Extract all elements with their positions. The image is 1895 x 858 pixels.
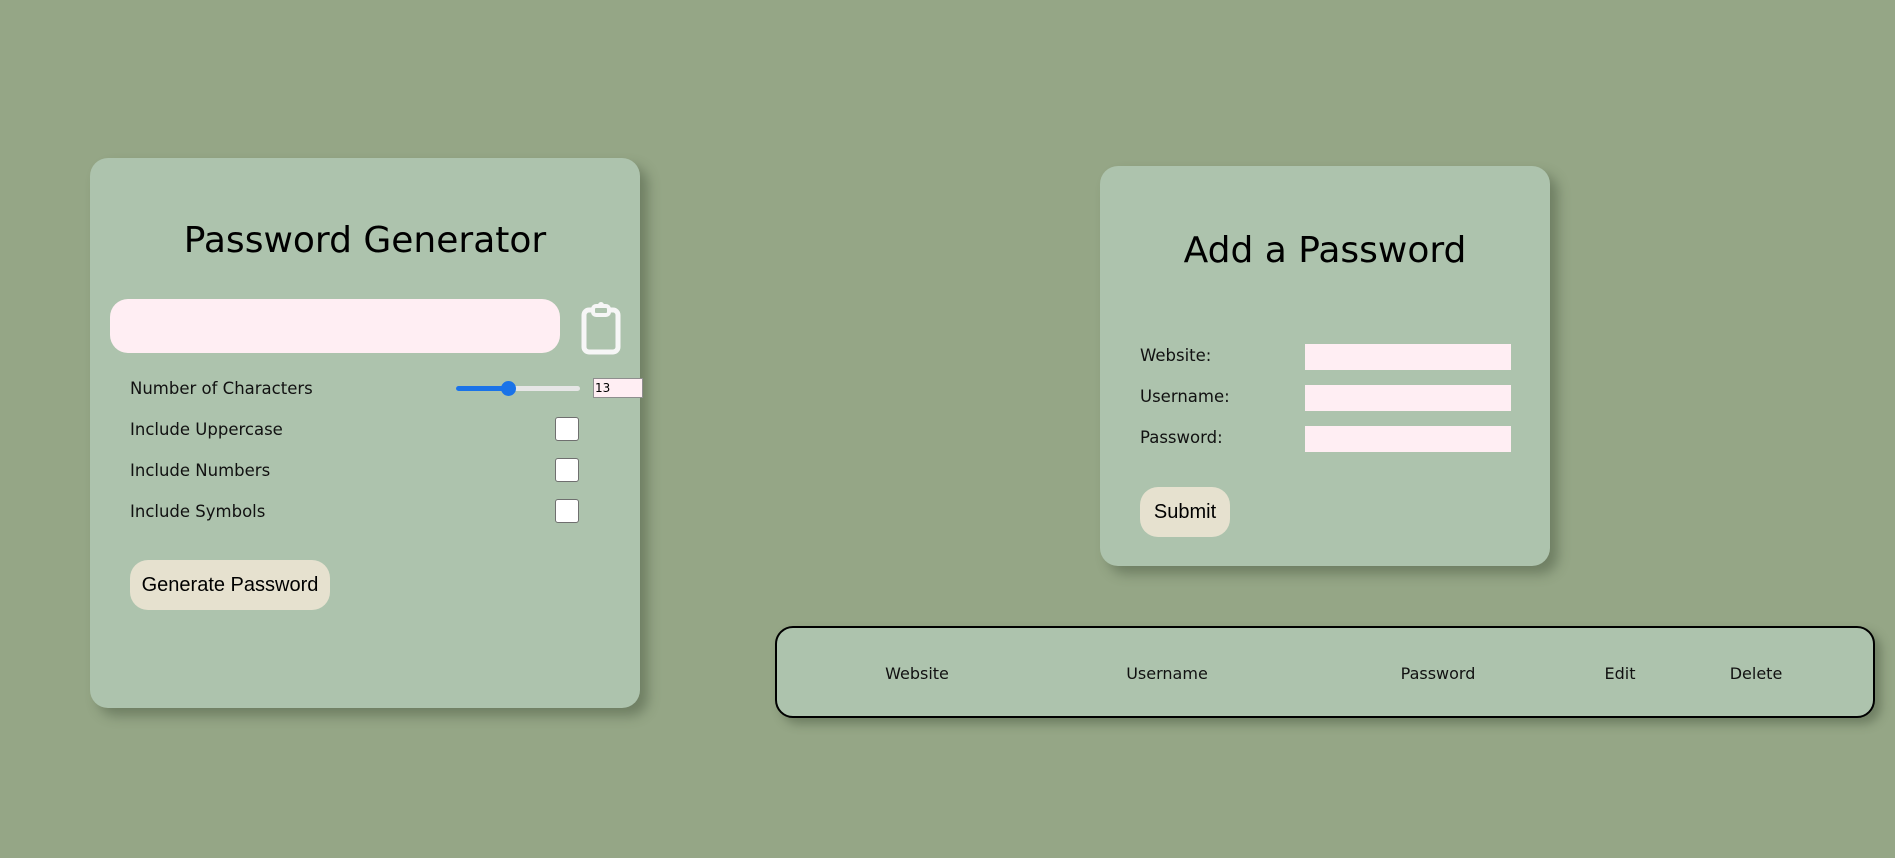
table-header-website: Website bbox=[885, 664, 949, 683]
website-field[interactable] bbox=[1305, 344, 1511, 370]
password-label: Password: bbox=[1140, 428, 1223, 447]
username-row: Username: bbox=[1140, 385, 1520, 411]
password-field[interactable] bbox=[1305, 426, 1511, 452]
table-header-username: Username bbox=[1126, 664, 1208, 683]
characters-row: Number of Characters bbox=[130, 373, 643, 403]
website-row: Website: bbox=[1140, 344, 1520, 370]
clipboard-icon[interactable] bbox=[580, 301, 622, 355]
generated-password-output[interactable] bbox=[110, 299, 560, 353]
numbers-checkbox[interactable] bbox=[555, 458, 579, 482]
uppercase-label: Include Uppercase bbox=[130, 419, 283, 439]
password-table: Website Username Password Edit Delete bbox=[775, 626, 1875, 718]
username-label: Username: bbox=[1140, 387, 1230, 406]
generate-password-button[interactable]: Generate Password bbox=[130, 560, 330, 610]
characters-slider-thumb[interactable] bbox=[501, 381, 517, 396]
username-field[interactable] bbox=[1305, 385, 1511, 411]
symbols-row: Include Symbols bbox=[130, 496, 610, 526]
uppercase-checkbox[interactable] bbox=[555, 417, 579, 441]
symbols-checkbox[interactable] bbox=[555, 499, 579, 523]
characters-label: Number of Characters bbox=[130, 378, 313, 398]
symbols-label: Include Symbols bbox=[130, 501, 266, 521]
add-password-title: Add a Password bbox=[1183, 230, 1467, 271]
generator-title: Password Generator bbox=[183, 220, 547, 261]
table-header-edit: Edit bbox=[1604, 664, 1636, 683]
table-header-delete: Delete bbox=[1729, 664, 1783, 683]
uppercase-row: Include Uppercase bbox=[130, 414, 610, 444]
add-password-card: Add a Password Website: Username: Passwo… bbox=[1100, 166, 1550, 566]
characters-slider[interactable] bbox=[456, 381, 580, 396]
password-generator-card: Password Generator Number of Characters … bbox=[90, 158, 643, 708]
password-row: Password: bbox=[1140, 426, 1520, 452]
table-header-password: Password bbox=[1400, 664, 1476, 683]
characters-count-input[interactable] bbox=[593, 378, 643, 398]
website-label: Website: bbox=[1140, 346, 1212, 365]
numbers-label: Include Numbers bbox=[130, 460, 271, 480]
numbers-row: Include Numbers bbox=[130, 455, 610, 485]
submit-button[interactable]: Submit bbox=[1140, 487, 1230, 537]
